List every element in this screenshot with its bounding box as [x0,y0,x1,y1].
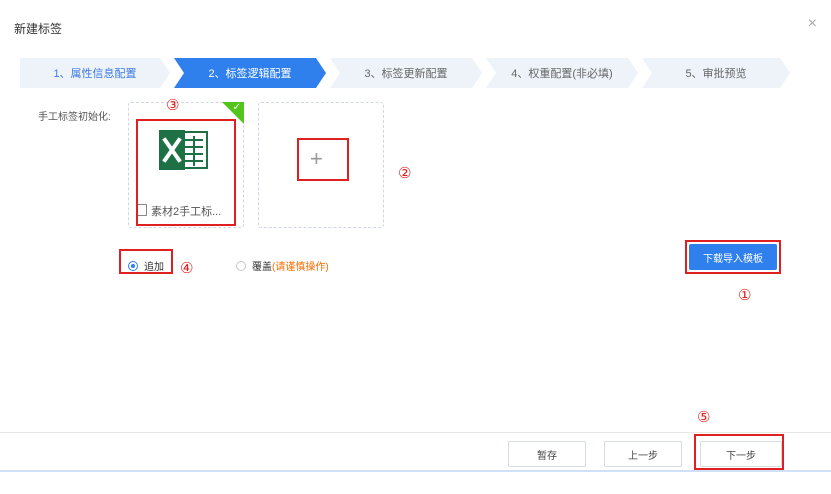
field-label: 手工标签初始化: [38,112,111,123]
annotation-box-plus [297,138,349,181]
annotation-number-4: ④ [180,259,194,277]
dialog-title: 新建标签 [14,22,63,36]
annotation-box-download [685,240,781,274]
annotation-box-file [136,119,236,226]
radio-overwrite-label: 覆盖 [252,262,272,273]
step-2[interactable]: 2、标签逻辑配置 [174,58,326,88]
step-3[interactable]: 3、标签更新配置 [330,58,482,88]
overwrite-warning: (请谨慎操作) [272,262,329,273]
close-icon[interactable]: × [808,16,817,32]
radio-overwrite[interactable]: 覆盖 (请谨慎操作) [236,258,329,273]
save-draft-button[interactable]: 暂存 [508,441,586,467]
step-1[interactable]: 1、属性信息配置 [20,58,170,88]
check-icon: ✓ [232,102,241,113]
annotation-box-next [694,434,784,470]
footer-divider [0,432,831,433]
step-4[interactable]: 4、权重配置(非必填) [486,58,638,88]
bottom-accent-line [0,470,831,472]
step-5[interactable]: 5、审批预览 [642,58,790,88]
steps-bar: 1、属性信息配置 2、标签逻辑配置 3、标签更新配置 4、权重配置(非必填) 5… [20,58,790,88]
annotation-box-append [119,249,173,274]
radio-overwrite-dot[interactable] [236,260,246,271]
annotation-number-2: ② [398,164,412,182]
annotation-number-3: ③ [166,96,180,114]
prev-step-button[interactable]: 上一步 [604,441,682,467]
annotation-number-1: ① [738,286,752,304]
annotation-number-5: ⑤ [697,408,711,426]
